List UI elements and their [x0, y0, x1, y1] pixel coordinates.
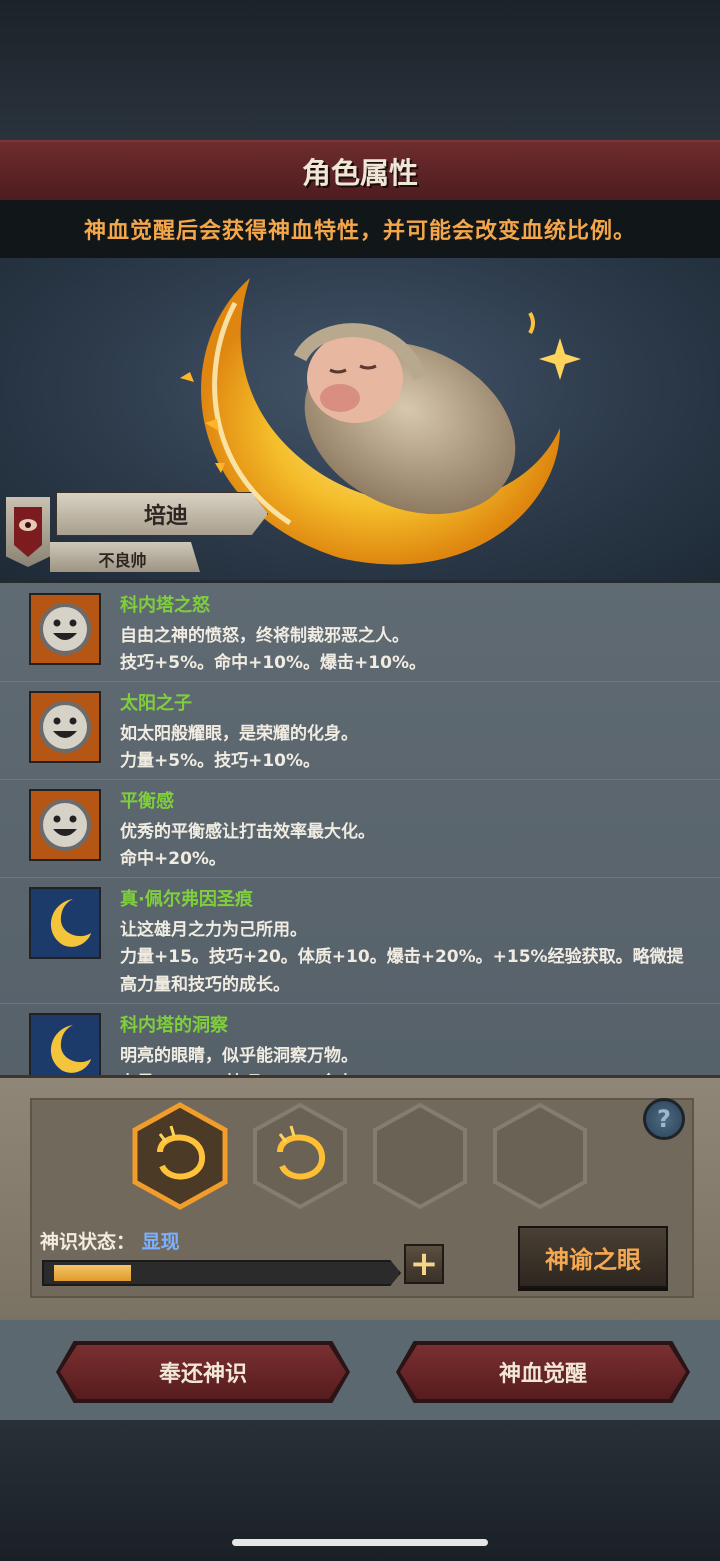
trait-effect: 技巧+5%。命中+10%。爆击+10%。 — [120, 653, 426, 673]
progress-fill — [54, 1265, 131, 1281]
trait-item: 科内塔之怒 自由之神的愤怒，终将制裁邪恶之人。 技巧+5%。命中+10%。爆击+… — [0, 583, 720, 682]
status-value: 显现 — [141, 1231, 180, 1253]
page-title: 角色属性 — [301, 156, 418, 190]
trait-name: 平衡感 — [120, 791, 174, 812]
trait-name: 科内塔的洞察 — [120, 1015, 228, 1036]
trait-desc: 让这雄月之力为己所用。 — [120, 920, 307, 940]
top-background — [0, 0, 720, 140]
character-name: 培迪 — [143, 504, 188, 529]
oracle-eye-button[interactable]: 神谕之眼 — [518, 1226, 668, 1288]
trait-effect: 命中+20%。 — [120, 849, 226, 869]
divine-slot[interactable] — [250, 1102, 350, 1210]
trait-name: 科内塔之怒 — [120, 595, 210, 616]
divine-slot-active[interactable] — [130, 1102, 230, 1210]
trait-item: 真·佩尔弗因圣痕 让这雄月之力为己所用。 力量+15。技巧+20。体质+10。爆… — [0, 877, 720, 1004]
question-mark-icon: ? — [657, 1105, 671, 1133]
notice-text: 神血觉醒后会获得神血特性，并可能会改变血统比例。 — [83, 219, 636, 244]
trait-desc: 自由之神的愤怒，终将制裁邪恶之人。 — [120, 626, 409, 646]
help-button[interactable]: ? — [643, 1098, 685, 1140]
trait-item: 太阳之子 如太阳般耀眼，是荣耀的化身。 力量+5%。技巧+10%。 — [0, 681, 720, 780]
divine-slot-empty[interactable] — [370, 1102, 470, 1210]
title-plate: 不良帅 — [50, 542, 200, 572]
trait-effect: 力量+5%。技巧+10%。 — [120, 751, 321, 771]
trait-item: 平衡感 优秀的平衡感让打击效率最大化。 命中+20%。 — [0, 779, 720, 878]
trait-effect: 力量+15。技巧+20。体质+10。爆击+20%。+15%经验获取。略微提高力量… — [120, 947, 684, 995]
trait-desc: 如太阳般耀眼，是荣耀的化身。 — [120, 724, 358, 744]
trait-desc: 明亮的眼睛，似乎能洞察万物。 — [120, 1046, 358, 1066]
blood-awaken-button[interactable]: 神血觉醒 — [400, 1345, 686, 1399]
return-divine-button[interactable]: 奉还神识 — [60, 1345, 346, 1399]
trait-name: 真·佩尔弗因圣痕 — [120, 889, 253, 910]
crescent-moon-icon — [29, 1013, 101, 1078]
smiley-face-icon — [29, 789, 101, 861]
trait-item: 科内塔的洞察 明亮的眼睛，似乎能洞察万物。 力量+10%。技巧+5%。命中+25… — [0, 1003, 720, 1078]
home-indicator[interactable] — [232, 1539, 488, 1546]
trait-desc: 优秀的平衡感让打击效率最大化。 — [120, 822, 375, 842]
title-bar: 角色属性 — [0, 140, 720, 202]
name-plate: 培迪 — [0, 490, 280, 538]
trait-list[interactable]: 科内塔之怒 自由之神的愤怒，终将制裁邪恶之人。 技巧+5%。命中+10%。爆击+… — [0, 580, 720, 1078]
plus-icon: + — [409, 1244, 439, 1284]
character-title: 不良帅 — [98, 551, 147, 570]
notice-bar: 神血觉醒后会获得神血特性，并可能会改变血统比例。 — [0, 200, 720, 258]
divine-progress-bar — [42, 1260, 401, 1286]
crescent-moon-icon — [29, 887, 101, 959]
trait-name: 太阳之子 — [120, 693, 192, 714]
divine-slot-empty[interactable] — [490, 1102, 590, 1210]
status-label: 神识状态： — [40, 1231, 136, 1253]
smiley-face-icon — [29, 691, 101, 763]
divine-status: 神识状态： 显现 — [40, 1227, 180, 1254]
smiley-face-icon — [29, 593, 101, 665]
add-button[interactable]: + — [404, 1244, 444, 1284]
